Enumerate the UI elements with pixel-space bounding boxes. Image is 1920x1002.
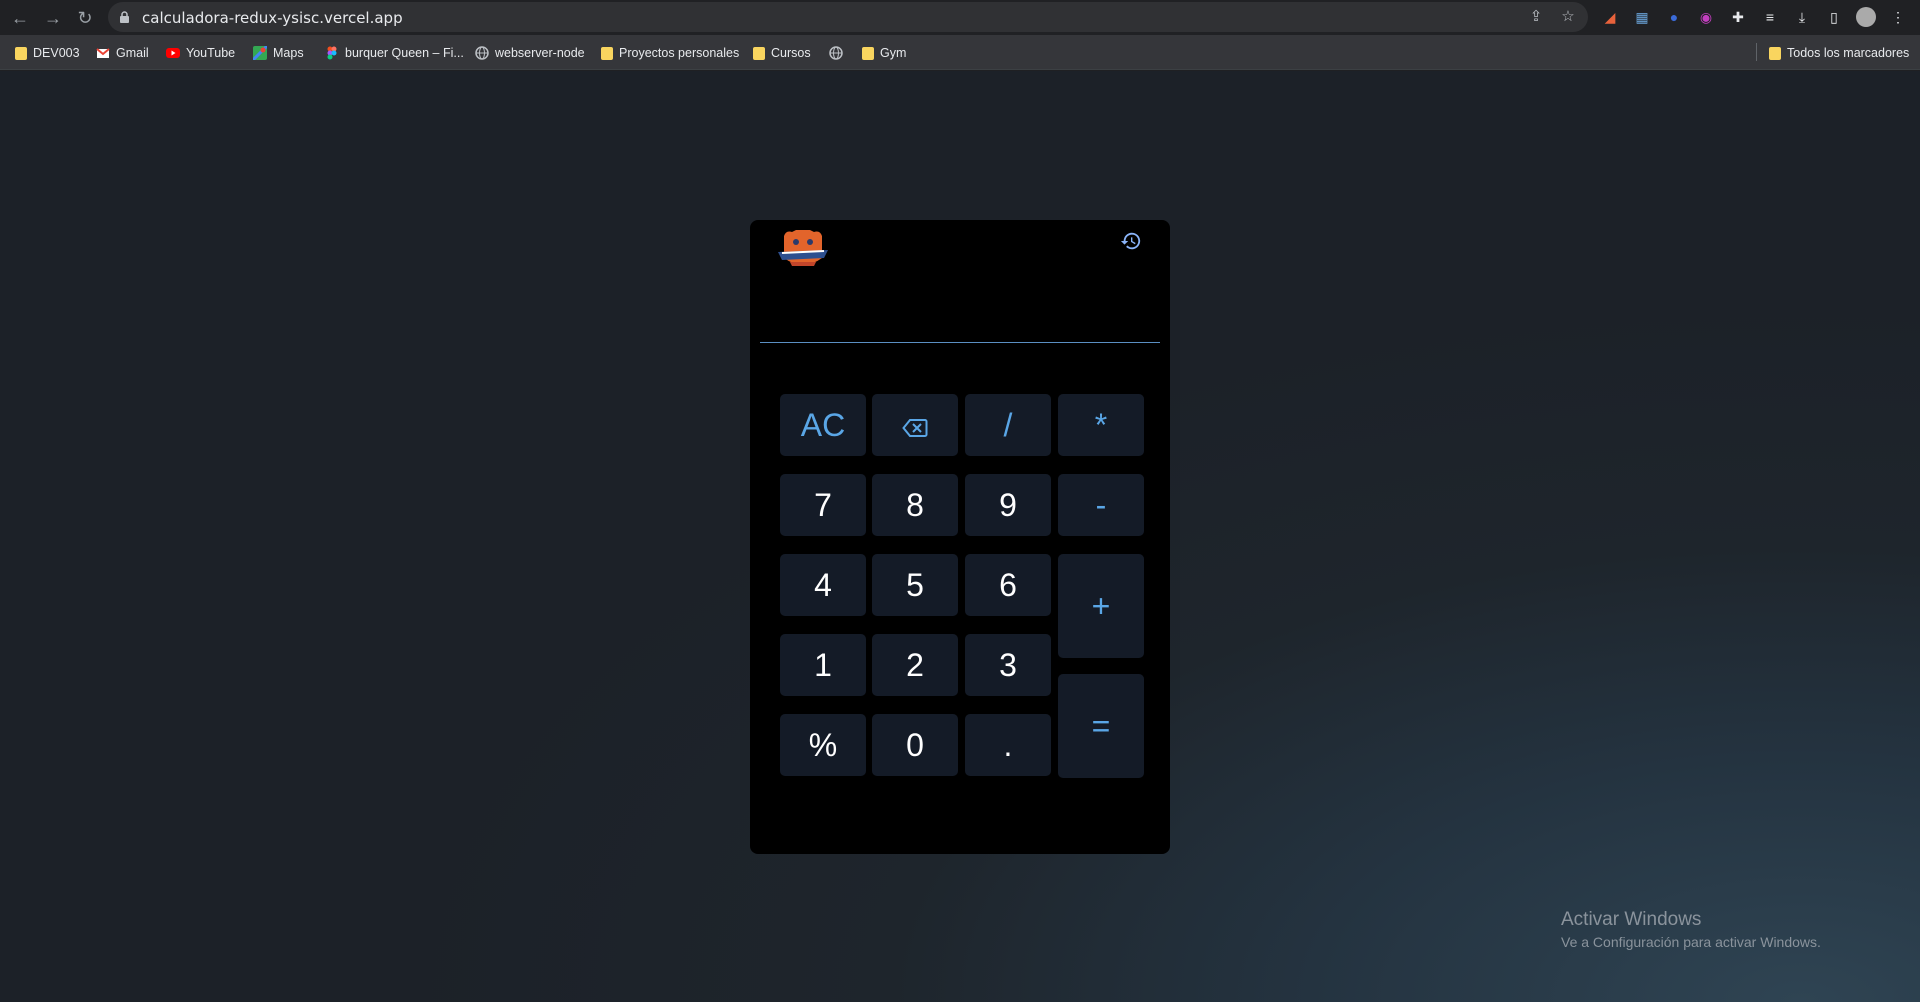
bookmark-dev003[interactable]: DEV003 [15,44,80,62]
folder-icon [1769,46,1781,60]
bookmark-proyectos-personales[interactable]: Proyectos personales [601,44,739,62]
bookmark-maps[interactable]: Maps [253,44,304,62]
youtube-icon [166,48,180,58]
bookmark-webserver-node[interactable]: webserver-node [475,44,585,62]
reload-icon[interactable]: ↻ [73,6,97,30]
multiply-button[interactable]: * [1058,394,1144,456]
bookmarks-bar: DEV003 Gmail YouTube Maps burquer Queen … [0,35,1920,70]
maps-icon [253,46,267,60]
star-icon[interactable]: ☆ [1558,7,1578,27]
figma-icon [327,46,337,60]
plus-button[interactable]: + [1058,554,1144,658]
folder-icon [753,46,765,60]
url-text: calculadora-redux-ysisc.vercel.app [142,9,403,27]
address-bar[interactable]: calculadora-redux-ysisc.vercel.app ⇪ ☆ [108,2,1588,32]
six-button[interactable]: 6 [965,554,1051,616]
five-button[interactable]: 5 [872,554,958,616]
ac-button[interactable]: AC [780,394,866,456]
nine-button[interactable]: 9 [965,474,1051,536]
bookmark-globe[interactable] [829,44,849,62]
extension-icon[interactable]: ◉ [1696,7,1716,27]
download-icon[interactable]: ⤓ [1792,7,1812,27]
puzzle-icon[interactable]: ✚ [1728,7,1748,27]
folder-icon [15,46,27,60]
percent-button[interactable]: % [780,714,866,776]
backspace-button[interactable] [872,394,958,456]
globe-icon [829,46,843,60]
history-icon[interactable] [1120,230,1142,252]
page-background: AC / * 7 8 9 - 4 5 6 + 1 2 3 = % 0 . Act… [0,71,1920,1002]
forward-icon[interactable]: → [41,6,65,30]
calculator-display [760,276,1160,336]
extension-icon[interactable]: ◢ [1600,7,1620,27]
windows-activation-watermark: Activar Windows Ve a Configuración para … [1561,909,1821,950]
menu-icon[interactable]: ⋮ [1888,7,1908,27]
watermark-title: Activar Windows [1561,909,1702,930]
folder-icon [601,46,613,60]
dot-button[interactable]: . [965,714,1051,776]
zero-button[interactable]: 0 [872,714,958,776]
reading-list-icon[interactable]: ≡ [1760,7,1780,27]
side-panel-icon[interactable]: ▯ [1824,7,1844,27]
bookmark-youtube[interactable]: YouTube [166,44,235,62]
chuck-norris-logo [778,230,828,266]
divide-button[interactable]: / [965,394,1051,456]
two-button[interactable]: 2 [872,634,958,696]
minus-button[interactable]: - [1058,474,1144,536]
extension-icon[interactable]: ▦ [1632,7,1652,27]
equals-button[interactable]: = [1058,674,1144,778]
bookmark-gmail[interactable]: Gmail [96,44,149,62]
eight-button[interactable]: 8 [872,474,958,536]
bookmark-all[interactable]: Todos los marcadores [1769,44,1909,62]
share-icon[interactable]: ⇪ [1526,7,1546,27]
backspace-icon [902,418,928,437]
seven-button[interactable]: 7 [780,474,866,536]
bookmark-gym[interactable]: Gym [862,44,906,62]
globe-icon [475,46,489,60]
one-button[interactable]: 1 [780,634,866,696]
back-icon[interactable]: ← [8,6,32,30]
bookmark-burquer-queen[interactable]: burquer Queen – Fi... [325,44,464,62]
three-button[interactable]: 3 [965,634,1051,696]
watermark-subtitle: Ve a Configuración para activar Windows. [1561,934,1821,950]
avatar[interactable] [1856,7,1876,27]
bookmarks-divider [1756,43,1757,61]
lock-icon [120,11,129,23]
four-button[interactable]: 4 [780,554,866,616]
display-divider [760,342,1160,343]
extension-icon[interactable]: ● [1664,7,1684,27]
calculator: AC / * 7 8 9 - 4 5 6 + 1 2 3 = % 0 . [750,220,1170,854]
bookmark-cursos[interactable]: Cursos [753,44,811,62]
gmail-icon [96,48,110,58]
folder-icon [862,46,874,60]
browser-toolbar: ← → ↻ calculadora-redux-ysisc.vercel.app… [0,0,1920,35]
